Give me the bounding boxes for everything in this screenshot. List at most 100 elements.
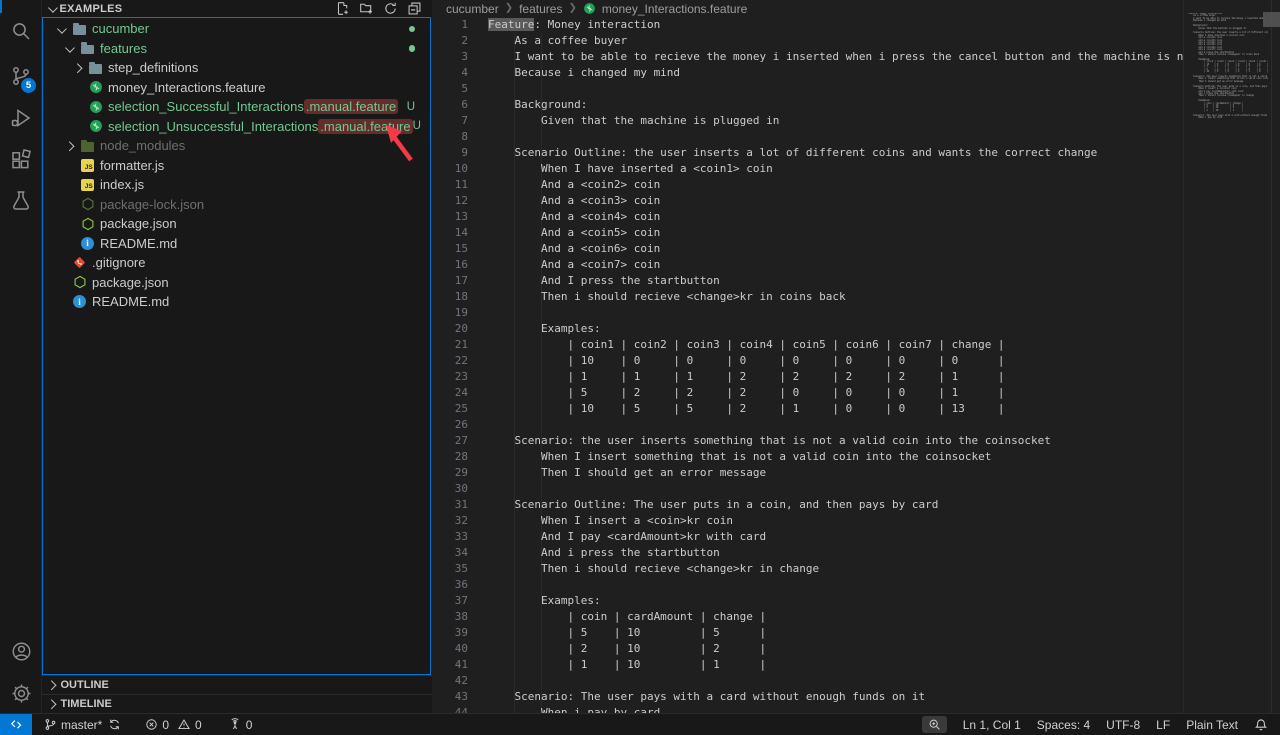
language-mode[interactable]: Plain Text [1186, 718, 1238, 732]
code-line[interactable]: 1Feature: Money interaction [432, 17, 1183, 33]
search-icon[interactable] [0, 11, 42, 51]
breadcrumb-file[interactable]: money_Interactions.feature [602, 2, 747, 16]
code-line[interactable]: 27 Scenario: the user inserts something … [432, 433, 1183, 449]
info-icon: i [69, 295, 90, 308]
problems-status[interactable]: 0 0 [139, 714, 207, 735]
code-line[interactable]: 21 | coin1 | coin2 | coin3 | coin4 | coi… [432, 337, 1183, 353]
code-line[interactable]: 7 Given that the machine is plugged in [432, 113, 1183, 129]
minimap[interactable]: Feature: Money interaction As a coffee b… [1183, 0, 1280, 713]
code-line[interactable]: 33 And I pay <cardAmount>kr with card [432, 529, 1183, 545]
line-text: And I press the startbutton [488, 273, 720, 289]
code-line[interactable]: 24 | 5 | 2 | 2 | 2 | 0 | 0 | 0 | 1 | [432, 385, 1183, 401]
new-file-icon[interactable] [335, 1, 350, 16]
code-line[interactable]: 17 And I press the startbutton [432, 273, 1183, 289]
scrollbar-thumb[interactable] [1263, 12, 1280, 27]
code-line[interactable]: 30 [432, 481, 1183, 497]
source-control-icon[interactable]: 5 [0, 56, 42, 96]
sidebar-item-cucumber[interactable]: cucumber [43, 19, 430, 39]
code-line[interactable]: 38 | coin | cardAmount | change | [432, 609, 1183, 625]
encoding-status[interactable]: UTF-8 [1106, 718, 1140, 732]
eol-status[interactable]: LF [1156, 718, 1170, 732]
outline-section-header[interactable]: OUTLINE [42, 675, 432, 694]
code-line[interactable]: 31 Scenario Outline: The user puts in a … [432, 497, 1183, 513]
code-line[interactable]: 25 | 10 | 5 | 5 | 2 | 1 | 0 | 0 | 13 | [432, 401, 1183, 417]
code-line[interactable]: 8 [432, 129, 1183, 145]
code-line[interactable]: 44 When i pay by card [432, 705, 1183, 713]
code-line[interactable]: 37 Examples: [432, 593, 1183, 609]
code-line[interactable]: 41 | 1 | 10 | 1 | [432, 657, 1183, 673]
code-line[interactable]: 20 Examples: [432, 321, 1183, 337]
code-line[interactable]: 3 I want to be able to recieve the money… [432, 49, 1183, 65]
ports-status[interactable]: 0 [222, 714, 259, 735]
code-line[interactable]: 15 And a <coin6> coin [432, 241, 1183, 257]
run-debug-icon[interactable] [0, 98, 42, 138]
code-line[interactable]: 6 Background: [432, 97, 1183, 113]
git-branch-status[interactable]: master* [38, 714, 108, 735]
code-line[interactable]: 2 As a coffee buyer [432, 33, 1183, 49]
code-line[interactable]: 39 | 5 | 10 | 5 | [432, 625, 1183, 641]
code-line[interactable]: 13 And a <coin4> coin [432, 209, 1183, 225]
code-line[interactable]: 11 And a <coin2> coin [432, 177, 1183, 193]
sidebar-item--gitignore[interactable]: .gitignore [43, 253, 430, 273]
sidebar-item-index-js[interactable]: JSindex.js [43, 175, 430, 195]
sidebar-item-selection-successful-interactions[interactable]: selection_Successful_Interactions.manual… [43, 97, 430, 117]
code-line[interactable]: 28 When I insert something that is not a… [432, 449, 1183, 465]
chevron-down-icon [65, 43, 74, 52]
sidebar-item-node-modules[interactable]: node_modules [43, 136, 430, 156]
code-line[interactable]: 10 When I have inserted a <coin1> coin [432, 161, 1183, 177]
sidebar-item-money-interactions-feature[interactable]: money_Interactions.feature [43, 78, 430, 98]
sidebar-item-package-json[interactable]: package.json [43, 273, 430, 293]
code-line[interactable]: 14 And a <coin5> coin [432, 225, 1183, 241]
code-line[interactable]: 22 | 10 | 0 | 0 | 0 | 0 | 0 | 0 | 0 | [432, 353, 1183, 369]
sidebar-item-readme-md[interactable]: iREADME.md [43, 234, 430, 254]
breadcrumb-folder[interactable]: cucumber [446, 2, 499, 16]
code-line[interactable]: 5 [432, 81, 1183, 97]
testing-icon[interactable] [0, 181, 42, 221]
sidebar-item-package-lock-json[interactable]: package-lock.json [43, 195, 430, 215]
screencast-zoom-icon[interactable] [922, 716, 947, 733]
code-line[interactable]: 34 And i press the startbutton [432, 545, 1183, 561]
file-label: features [100, 41, 147, 56]
code-line[interactable]: 9 Scenario Outline: the user inserts a l… [432, 145, 1183, 161]
notifications-bell-icon[interactable] [1254, 718, 1268, 732]
cursor-position[interactable]: Ln 1, Col 1 [963, 718, 1021, 732]
code-line[interactable]: 36 [432, 577, 1183, 593]
breadcrumb-folder[interactable]: features [519, 2, 562, 16]
indentation-status[interactable]: Spaces: 4 [1037, 718, 1090, 732]
remote-indicator[interactable] [0, 714, 32, 735]
code-line[interactable]: 32 When I insert a <coin>kr coin [432, 513, 1183, 529]
code-line[interactable]: 43 Scenario: The user pays with a card w… [432, 689, 1183, 705]
code-line[interactable]: 23 | 1 | 1 | 1 | 2 | 2 | 2 | 2 | 1 | [432, 369, 1183, 385]
new-folder-icon[interactable] [359, 1, 374, 16]
refresh-icon[interactable] [383, 1, 398, 16]
sync-button[interactable] [108, 714, 127, 735]
sidebar-item-readme-md[interactable]: iREADME.md [43, 292, 430, 312]
sidebar-item-step-definitions[interactable]: step_definitions [43, 58, 430, 78]
collapse-all-icon[interactable] [407, 1, 422, 16]
code-line[interactable]: 16 And a <coin7> coin [432, 257, 1183, 273]
sidebar-item-formatter-js[interactable]: JSformatter.js [43, 156, 430, 176]
account-icon[interactable] [0, 631, 42, 671]
sidebar-item-features[interactable]: features [43, 39, 430, 59]
settings-gear-icon[interactable] [0, 673, 42, 713]
code-line[interactable]: 26 [432, 417, 1183, 433]
code-line[interactable]: 12 And a <coin3> coin [432, 193, 1183, 209]
timeline-title: TIMELINE [61, 698, 112, 710]
code-line[interactable]: 35 Then i should recieve <change>kr in c… [432, 561, 1183, 577]
status-bar: master* 0 0 0 Ln 1, Col 1 Spaces: 4 UTF-… [0, 713, 1280, 735]
code-line[interactable]: 29 Then I should get an error message [432, 465, 1183, 481]
timeline-section-header[interactable]: TIMELINE [42, 694, 432, 713]
explorer-section-header[interactable]: EXAMPLES [42, 0, 432, 17]
code-line[interactable]: 42 [432, 673, 1183, 689]
minimap-content: Feature: Money interaction As a coffee b… [1188, 13, 1268, 120]
code-line[interactable]: 18 Then i should recieve <change>kr in c… [432, 289, 1183, 305]
sidebar-item-selection-unsuccessful-interactions[interactable]: selection_Unsuccessful_Interactions.manu… [43, 117, 430, 137]
extensions-icon[interactable] [0, 140, 42, 180]
breadcrumb-separator: ❯ [505, 3, 513, 14]
sidebar-item-package-json[interactable]: package.json [43, 214, 430, 234]
code-line[interactable]: 4 Because i changed my mind [432, 65, 1183, 81]
code-area[interactable]: 1Feature: Money interaction2 As a coffee… [432, 17, 1183, 713]
file-label: node_modules [100, 138, 185, 153]
code-line[interactable]: 19 [432, 305, 1183, 321]
code-line[interactable]: 40 | 2 | 10 | 2 | [432, 641, 1183, 657]
